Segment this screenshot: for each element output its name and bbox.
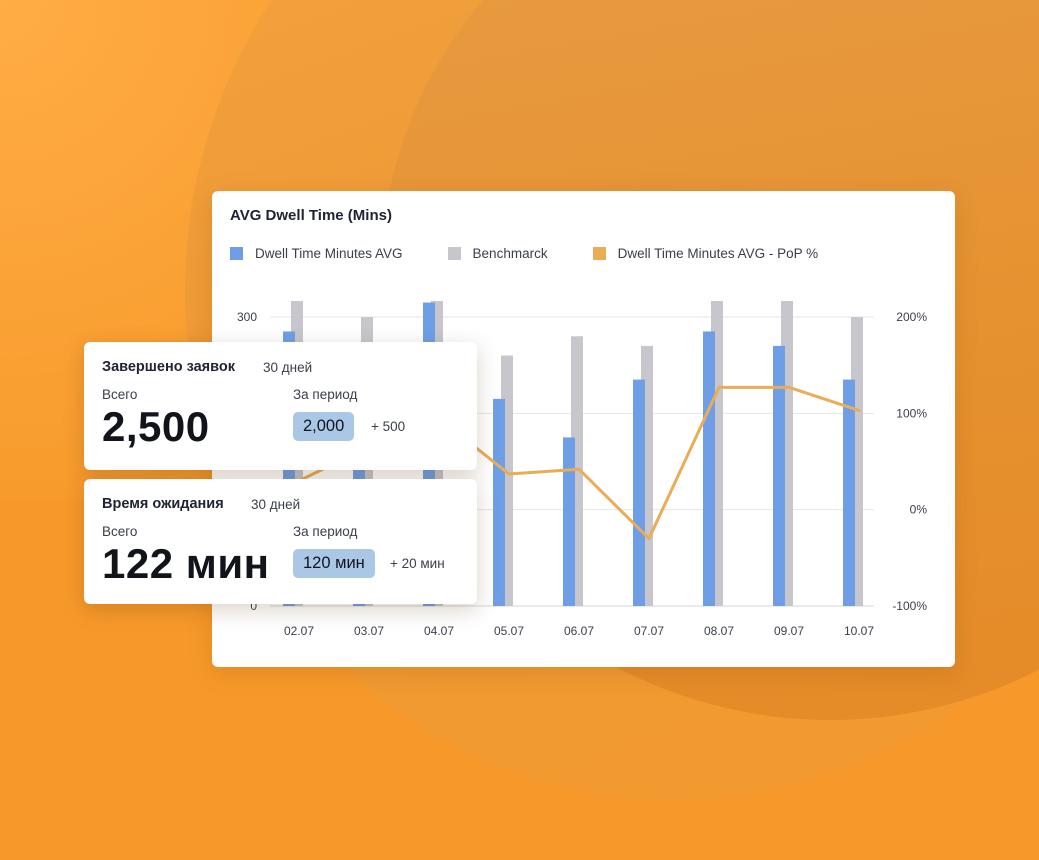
period-value-badge: 120 мин <box>293 549 375 578</box>
legend-item-dwell-time[interactable]: Dwell Time Minutes AVG <box>230 246 403 261</box>
right-axis-tick-label: 100% <box>896 406 927 420</box>
legend-swatch-dwell-time <box>230 247 243 260</box>
bar-dwell-time <box>633 379 645 606</box>
x-axis-tick-label: 07.07 <box>634 624 664 638</box>
period-delta: + 20 мин <box>390 556 445 571</box>
card-period: 30 дней <box>263 360 313 375</box>
x-axis-tick-label: 10.07 <box>844 624 874 638</box>
x-axis-tick-label: 05.07 <box>494 624 524 638</box>
total-label: Всего <box>102 387 138 402</box>
x-axis-tick-label: 08.07 <box>704 624 734 638</box>
card-title: Завершено заявок <box>102 359 235 375</box>
stat-card-completed-requests: Завершено заявок 30 дней Всего 2,500 За … <box>84 342 477 470</box>
x-axis-tick-label: 04.07 <box>424 624 454 638</box>
right-axis-tick-label: 200% <box>896 310 927 324</box>
total-label: Всего <box>102 524 138 539</box>
period-label: За период <box>293 524 358 539</box>
right-axis-tick-label: 0% <box>910 503 928 517</box>
period-value-badge: 2,000 <box>293 412 355 441</box>
legend-swatch-pop <box>592 247 606 260</box>
legend-item-benchmark[interactable]: Benchmarck <box>447 246 548 261</box>
period-label: За период <box>293 387 358 402</box>
x-axis-tick-label: 06.07 <box>564 624 594 638</box>
chart-legend: Dwell Time Minutes AVG Benchmarck Dwell … <box>230 246 863 261</box>
legend-label-dwell-time: Dwell Time Minutes AVG <box>255 246 403 261</box>
total-value: 2,500 <box>102 403 210 450</box>
total-value: 122 мин <box>102 540 270 587</box>
bar-dwell-time <box>843 379 855 606</box>
bar-dwell-time <box>563 437 575 606</box>
legend-label-benchmark: Benchmarck <box>472 246 548 261</box>
bar-dwell-time <box>773 345 785 606</box>
x-axis-tick-label: 03.07 <box>354 624 384 638</box>
bar-dwell-time <box>493 398 505 606</box>
bar-dwell-time <box>703 331 715 606</box>
period-delta: + 500 <box>371 419 406 434</box>
legend-item-pop[interactable]: Dwell Time Minutes AVG - PoP % <box>592 246 819 261</box>
chart-title: AVG Dwell Time (Mins) <box>230 207 392 224</box>
stat-card-wait-time: Время ожидания 30 дней Всего 122 мин За … <box>84 479 477 604</box>
card-period: 30 дней <box>251 497 301 512</box>
legend-label-pop: Dwell Time Minutes AVG - PoP % <box>617 246 819 261</box>
right-axis-tick-label: -100% <box>892 599 927 613</box>
card-title: Время ожидания <box>102 496 224 512</box>
legend-swatch-benchmark <box>447 247 461 260</box>
x-axis-tick-label: 02.07 <box>284 624 314 638</box>
left-axis-tick-label: 300 <box>237 310 257 324</box>
x-axis-tick-label: 09.07 <box>774 624 804 638</box>
